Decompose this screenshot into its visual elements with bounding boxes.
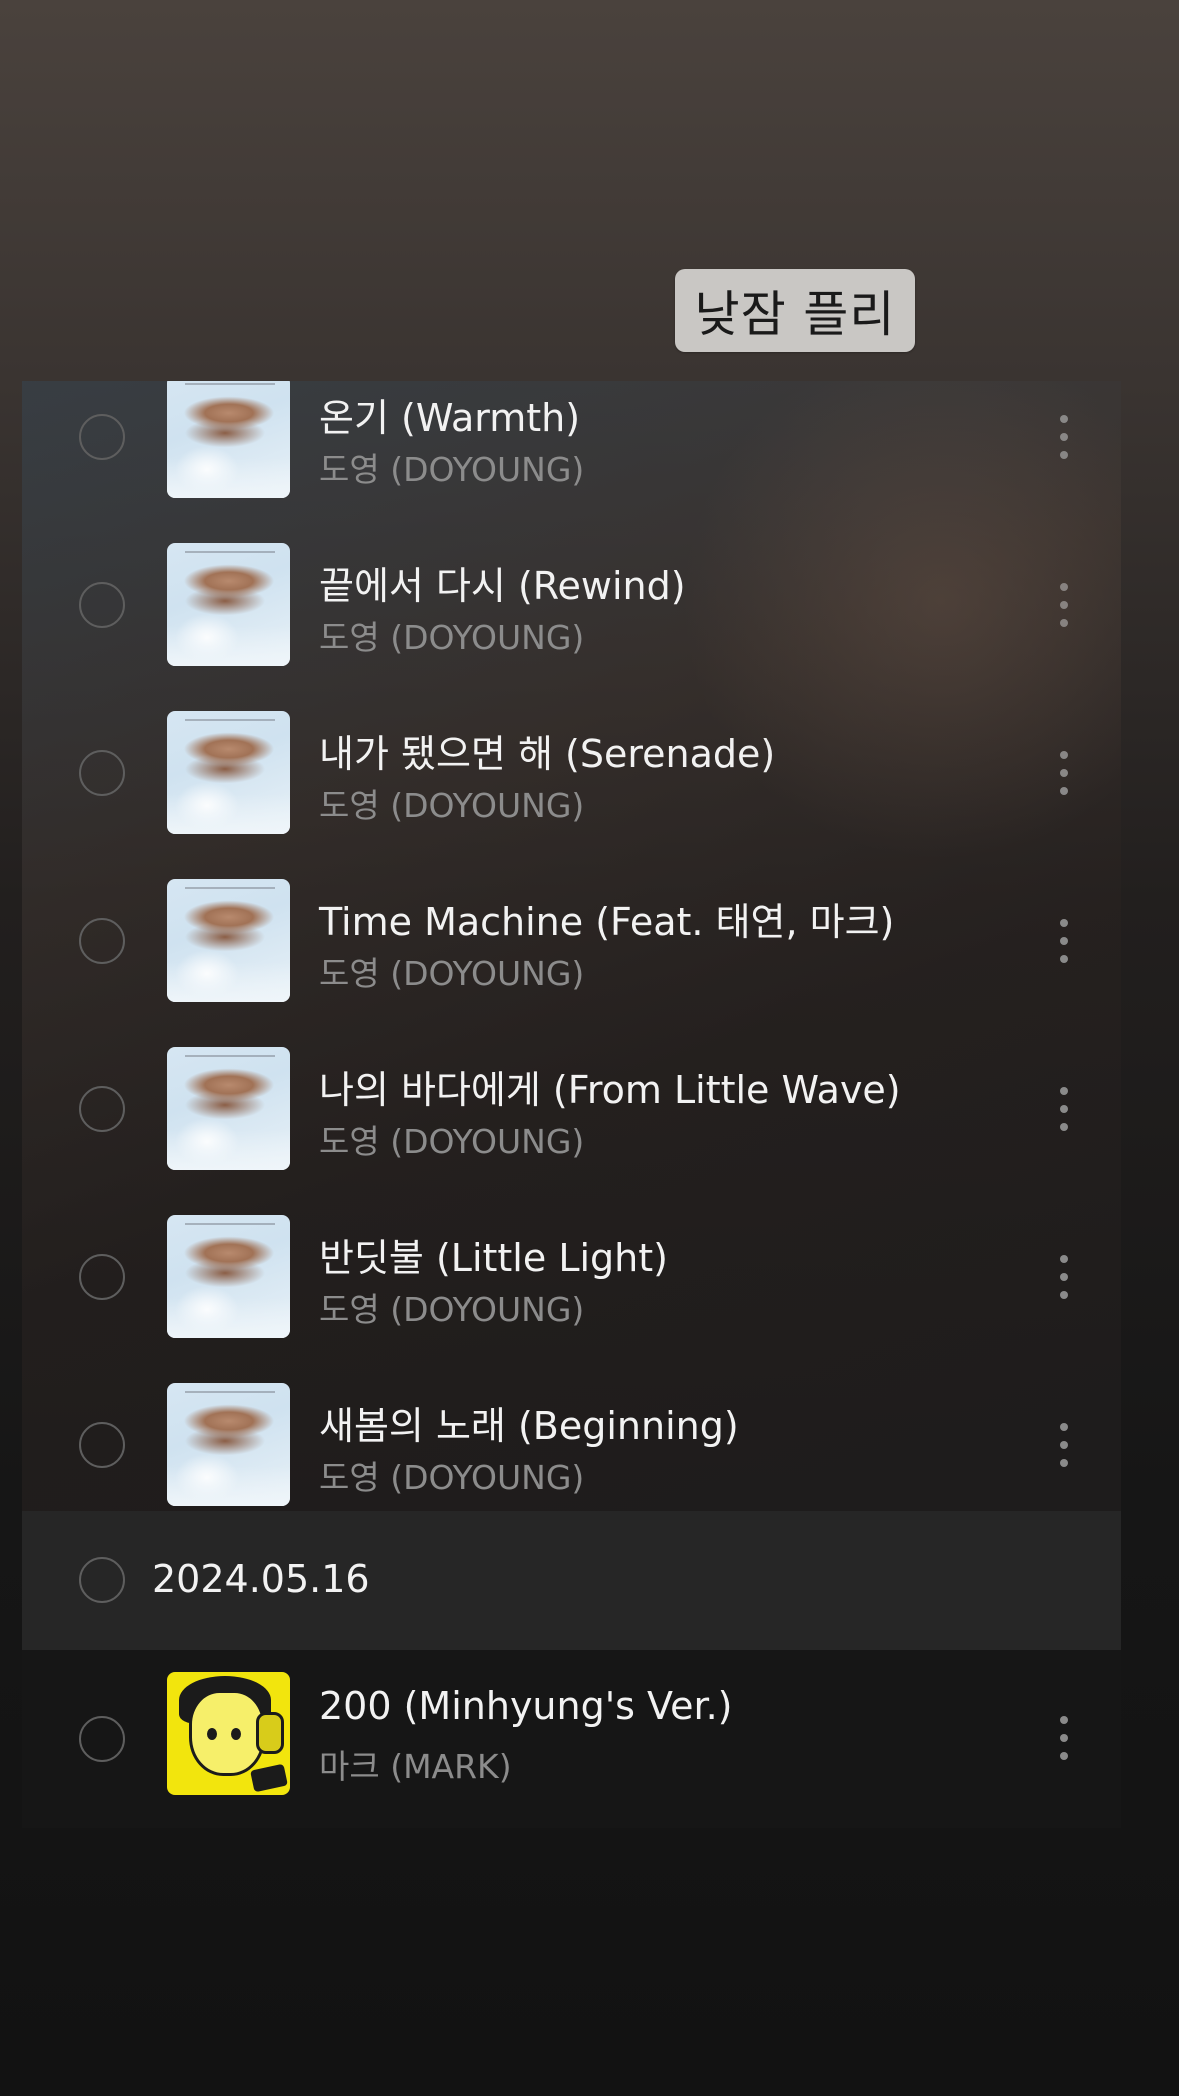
track-row[interactable]: 200 (Minhyung's Ver.) 마크 (MARK) bbox=[22, 1650, 1121, 1828]
track-artist: 도영 (DOYOUNG) bbox=[319, 618, 585, 657]
sticker-text: 낮잠 플리 bbox=[694, 286, 896, 343]
track-artist: 도영 (DOYOUNG) bbox=[319, 450, 585, 489]
select-radio-icon[interactable] bbox=[79, 582, 125, 628]
album-cover bbox=[167, 1383, 290, 1506]
select-radio-icon[interactable] bbox=[79, 1086, 125, 1132]
track-artist: 도영 (DOYOUNG) bbox=[319, 1458, 585, 1497]
track-title: 온기 (Warmth) bbox=[319, 396, 581, 440]
date-group-header[interactable]: 2024.05.16 bbox=[22, 1511, 1121, 1650]
more-options-icon[interactable] bbox=[1056, 1087, 1072, 1133]
track-artist: 도영 (DOYOUNG) bbox=[319, 1290, 585, 1329]
track-title: Time Machine (Feat. 태연, 마크) bbox=[319, 900, 895, 944]
track-row[interactable]: 온기 (Warmth) 도영 (DOYOUNG) bbox=[22, 381, 1121, 521]
select-radio-icon[interactable] bbox=[79, 1716, 125, 1762]
album-cover bbox=[167, 1047, 290, 1170]
track-title: 반딧불 (Little Light) bbox=[319, 1236, 668, 1280]
track-title: 끝에서 다시 (Rewind) bbox=[319, 564, 686, 608]
select-radio-icon[interactable] bbox=[79, 918, 125, 964]
track-title: 새봄의 노래 (Beginning) bbox=[319, 1404, 739, 1448]
track-row[interactable]: 내가 됐으면 해 (Serenade) 도영 (DOYOUNG) bbox=[22, 689, 1121, 857]
select-radio-icon[interactable] bbox=[79, 1422, 125, 1468]
more-options-icon[interactable] bbox=[1056, 919, 1072, 965]
track-row[interactable]: 새봄의 노래 (Beginning) 도영 (DOYOUNG) bbox=[22, 1361, 1121, 1511]
track-list-panel: 온기 (Warmth) 도영 (DOYOUNG) 끝에서 다시 (Rewind)… bbox=[22, 381, 1121, 1511]
more-options-icon[interactable] bbox=[1056, 1423, 1072, 1469]
more-options-icon[interactable] bbox=[1056, 583, 1072, 629]
more-options-icon[interactable] bbox=[1056, 1255, 1072, 1301]
select-radio-icon[interactable] bbox=[79, 414, 125, 460]
more-options-icon[interactable] bbox=[1056, 751, 1072, 797]
track-row[interactable]: 나의 바다에게 (From Little Wave) 도영 (DOYOUNG) bbox=[22, 1025, 1121, 1193]
track-artist: 도영 (DOYOUNG) bbox=[319, 954, 585, 993]
album-cover bbox=[167, 1215, 290, 1338]
track-row[interactable]: 반딧불 (Little Light) 도영 (DOYOUNG) bbox=[22, 1193, 1121, 1361]
track-title: 나의 바다에게 (From Little Wave) bbox=[319, 1068, 901, 1112]
date-label: 2024.05.16 bbox=[152, 1557, 370, 1601]
album-cover bbox=[167, 1672, 290, 1795]
track-artist: 도영 (DOYOUNG) bbox=[319, 1122, 585, 1161]
track-row[interactable]: 끝에서 다시 (Rewind) 도영 (DOYOUNG) bbox=[22, 521, 1121, 689]
track-row[interactable]: Time Machine (Feat. 태연, 마크) 도영 (DOYOUNG) bbox=[22, 857, 1121, 1025]
track-title: 200 (Minhyung's Ver.) bbox=[319, 1684, 733, 1728]
select-radio-icon[interactable] bbox=[79, 750, 125, 796]
select-radio-icon[interactable] bbox=[79, 1254, 125, 1300]
album-cover bbox=[167, 381, 290, 498]
track-title: 내가 됐으면 해 (Serenade) bbox=[319, 732, 776, 776]
album-cover bbox=[167, 543, 290, 666]
track-artist: 도영 (DOYOUNG) bbox=[319, 786, 585, 825]
select-group-radio-icon[interactable] bbox=[79, 1557, 125, 1603]
track-artist: 마크 (MARK) bbox=[319, 1747, 512, 1786]
album-cover bbox=[167, 879, 290, 1002]
more-options-icon[interactable] bbox=[1056, 415, 1072, 461]
playlist-name-sticker: 낮잠 플리 bbox=[675, 269, 915, 352]
album-cover bbox=[167, 711, 290, 834]
more-options-icon[interactable] bbox=[1056, 1716, 1072, 1762]
